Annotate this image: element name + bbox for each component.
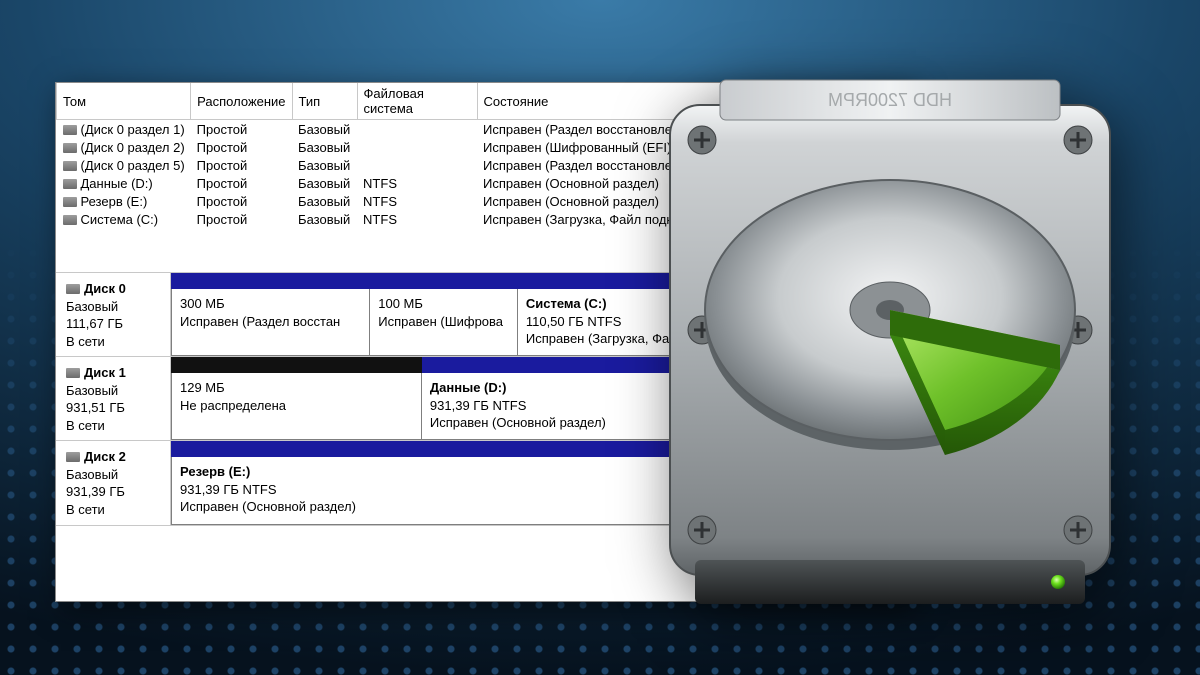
disk-type: Базовый	[66, 298, 164, 316]
cell-fs: NTFS	[357, 192, 477, 210]
cell-layout: Простой	[191, 192, 292, 210]
partition-size: 100 МБ	[378, 295, 509, 313]
col-volume[interactable]: Том	[57, 83, 191, 120]
disk-icon	[66, 368, 80, 378]
partition-status: Не распределена	[180, 397, 413, 415]
disk-info[interactable]: Диск 1 Базовый931,51 ГБВ сети	[56, 357, 171, 440]
cell-fs: NTFS	[357, 174, 477, 192]
cell-fs	[357, 138, 477, 156]
cell-volume: (Диск 0 раздел 2)	[81, 140, 185, 155]
disk-size: 111,67 ГБ	[66, 315, 164, 333]
disk-icon	[66, 284, 80, 294]
disk-online: В сети	[66, 501, 164, 519]
cell-type: Базовый	[292, 156, 357, 174]
disk-size: 931,39 ГБ	[66, 483, 164, 501]
disk-info[interactable]: Диск 2 Базовый931,39 ГБВ сети	[56, 441, 171, 524]
volume-icon	[63, 161, 77, 171]
partition-size: 300 МБ	[180, 295, 361, 313]
disk-title: Диск 2	[84, 449, 126, 464]
partition[interactable]: 100 МБИсправен (Шифрова	[370, 289, 518, 356]
cell-type: Базовый	[292, 210, 357, 228]
col-layout[interactable]: Расположение	[191, 83, 292, 120]
partition[interactable]: 129 МБНе распределена	[171, 373, 422, 440]
cell-volume: (Диск 0 раздел 5)	[81, 158, 185, 173]
partition[interactable]: 300 МБИсправен (Раздел восстан	[171, 289, 370, 356]
cell-type: Базовый	[292, 174, 357, 192]
cell-fs	[357, 156, 477, 174]
cell-layout: Простой	[191, 210, 292, 228]
disk-title: Диск 1	[84, 365, 126, 380]
cell-volume: Система (C:)	[81, 212, 159, 227]
cell-volume: (Диск 0 раздел 1)	[81, 122, 185, 137]
cell-fs: NTFS	[357, 210, 477, 228]
volume-icon	[63, 125, 77, 135]
cell-layout: Простой	[191, 174, 292, 192]
col-filesystem[interactable]: Файловая система	[357, 83, 477, 120]
cell-type: Базовый	[292, 120, 357, 139]
hdd-illustration: HDD 7200RPM	[640, 60, 1140, 620]
disk-info[interactable]: Диск 0 Базовый111,67 ГБВ сети	[56, 273, 171, 356]
partition-status: Исправен (Шифрова	[378, 313, 509, 331]
hdd-label-text: HDD 7200RPM	[828, 90, 952, 110]
volume-icon	[63, 143, 77, 153]
disk-online: В сети	[66, 333, 164, 351]
disk-type: Базовый	[66, 382, 164, 400]
cell-layout: Простой	[191, 156, 292, 174]
cell-volume: Резерв (E:)	[81, 194, 148, 209]
cell-type: Базовый	[292, 192, 357, 210]
cell-volume: Данные (D:)	[81, 176, 153, 191]
cell-type: Базовый	[292, 138, 357, 156]
activity-led-icon	[1051, 575, 1065, 589]
cell-fs	[357, 120, 477, 139]
volume-icon	[63, 179, 77, 189]
cell-layout: Простой	[191, 120, 292, 139]
volume-icon	[63, 215, 77, 225]
volume-icon	[63, 197, 77, 207]
disk-title: Диск 0	[84, 281, 126, 296]
disk-icon	[66, 452, 80, 462]
disk-size: 931,51 ГБ	[66, 399, 164, 417]
col-type[interactable]: Тип	[292, 83, 357, 120]
disk-online: В сети	[66, 417, 164, 435]
cell-layout: Простой	[191, 138, 292, 156]
partition-size: 129 МБ	[180, 379, 413, 397]
partition-status: Исправен (Раздел восстан	[180, 313, 361, 331]
disk-type: Базовый	[66, 466, 164, 484]
